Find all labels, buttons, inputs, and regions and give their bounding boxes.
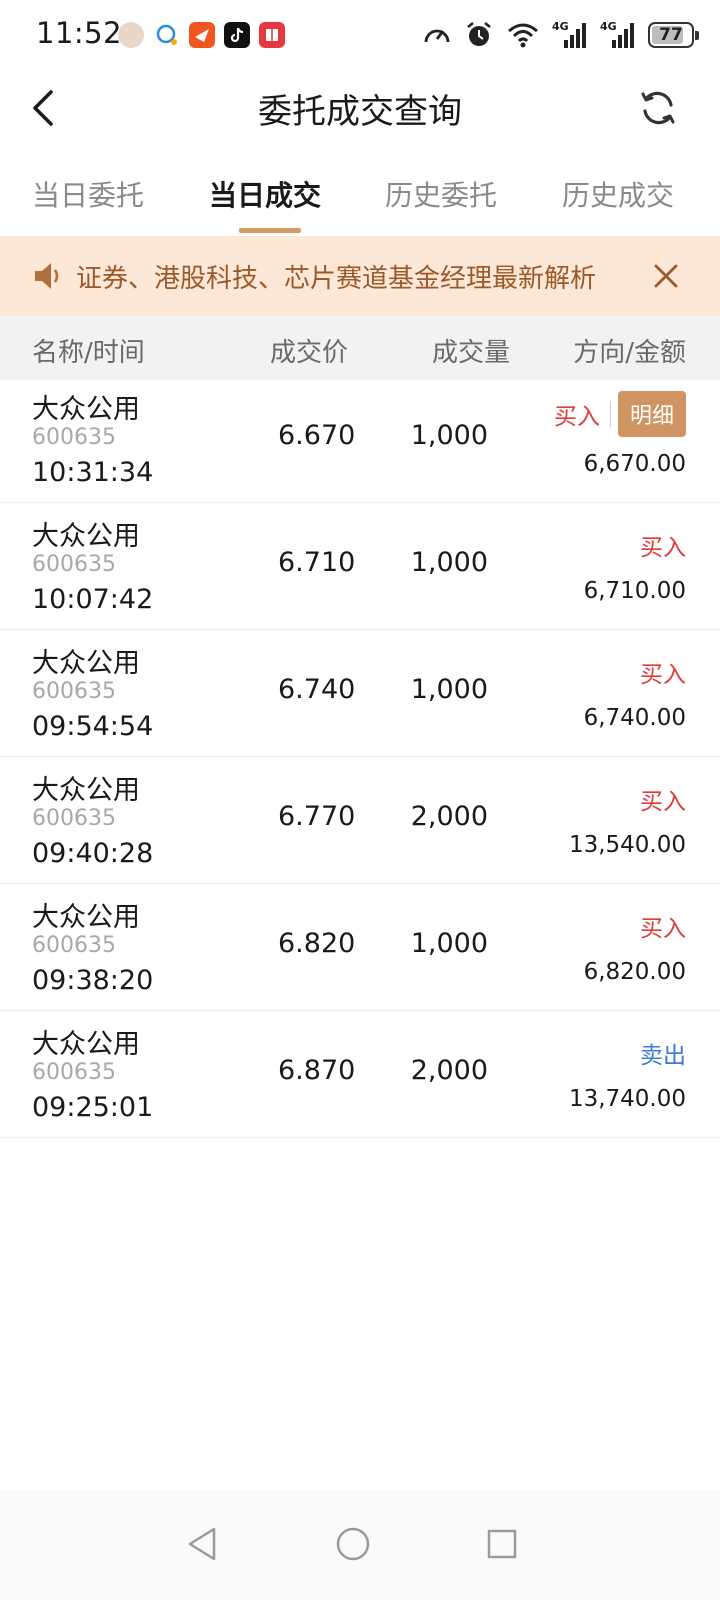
- stock-code: 600635: [32, 933, 116, 958]
- tab-history-orders[interactable]: 历史委托: [361, 174, 521, 214]
- speaker-icon: [32, 260, 64, 296]
- table-row[interactable]: 大众公用 600635 09:38:20 6.820 1,000 买入 6,82…: [0, 881, 720, 1011]
- nav-home-button[interactable]: [325, 1516, 381, 1572]
- header-name-time: 名称/时间: [32, 338, 145, 368]
- tab-active-indicator: [239, 228, 301, 233]
- trade-amount: 13,740.00: [568, 1086, 686, 1112]
- signal-icon-2: 4G: [600, 20, 636, 50]
- trade-amount: 13,540.00: [568, 832, 686, 858]
- trade-direction: 买入: [553, 404, 600, 430]
- direction-detail-group: 买入 明细: [554, 391, 686, 437]
- table-row[interactable]: 大众公用 600635 09:25:01 6.870 2,000 卖出 13,7…: [0, 1008, 720, 1138]
- trade-qty: 1,000: [410, 420, 488, 451]
- nav-back-button[interactable]: [174, 1516, 230, 1572]
- trade-qty: 1,000: [410, 547, 488, 578]
- trade-time: 09:25:01: [32, 1092, 154, 1123]
- header-direction-amount: 方向/金额: [573, 338, 686, 368]
- notice-close-button[interactable]: [648, 258, 684, 294]
- stock-code: 600635: [32, 806, 116, 831]
- refresh-button[interactable]: [634, 84, 682, 132]
- trade-price: 6.820: [278, 928, 356, 959]
- nav-recents-button[interactable]: [474, 1516, 530, 1572]
- page-title: 委托成交查询: [258, 92, 462, 132]
- stock-code: 600635: [32, 425, 116, 450]
- square-recents-icon: [487, 1529, 517, 1559]
- stock-code: 600635: [32, 1060, 116, 1085]
- trade-direction: 卖出: [640, 1043, 686, 1069]
- speed-gauge-icon: [424, 29, 450, 43]
- trade-qty: 2,000: [410, 801, 488, 832]
- trade-amount: 6,740.00: [583, 705, 686, 731]
- trade-qty: 1,000: [410, 928, 488, 959]
- table-row[interactable]: 大众公用 600635 09:54:54 6.740 1,000 买入 6,74…: [0, 627, 720, 757]
- trade-amount: 6,820.00: [583, 959, 686, 985]
- tab-history-trades[interactable]: 历史成交: [538, 174, 698, 214]
- trade-time: 09:38:20: [32, 965, 154, 996]
- battery-level: 77: [659, 25, 683, 45]
- header-price: 成交价: [270, 338, 349, 368]
- trade-price: 6.740: [278, 674, 356, 705]
- book-app-icon: [259, 22, 285, 48]
- trade-amount: 6,670.00: [583, 451, 686, 477]
- stock-name: 大众公用: [32, 394, 140, 425]
- tab-bar: 当日委托 当日成交 历史委托 历史成交: [0, 160, 720, 236]
- trade-direction: 买入: [640, 662, 686, 688]
- signal-icon-1: 4G: [552, 20, 588, 50]
- paper-plane-app-icon: [189, 22, 215, 48]
- stock-name: 大众公用: [32, 1029, 140, 1060]
- trade-price: 6.710: [278, 547, 356, 578]
- trade-qty: 1,000: [410, 674, 488, 705]
- trade-time: 09:40:28: [32, 838, 154, 869]
- header-qty: 成交量: [432, 338, 511, 368]
- refresh-icon: [641, 91, 675, 125]
- table-row[interactable]: 大众公用 600635 10:31:34 6.670 1,000 买入 明细 6…: [0, 373, 720, 503]
- trade-amount: 6,710.00: [583, 578, 686, 604]
- trade-direction: 买入: [640, 789, 686, 815]
- stock-name: 大众公用: [32, 902, 140, 933]
- tab-today-orders[interactable]: 当日委托: [8, 174, 168, 214]
- trade-direction: 买入: [640, 535, 686, 561]
- stock-name: 大众公用: [32, 521, 140, 552]
- stock-name: 大众公用: [32, 775, 140, 806]
- app-header: 委托成交查询: [0, 70, 720, 146]
- stock-code: 600635: [32, 552, 116, 577]
- divider: [609, 401, 611, 427]
- trade-qty: 2,000: [410, 1055, 488, 1086]
- table-row[interactable]: 大众公用 600635 10:07:42 6.710 1,000 买入 6,71…: [0, 500, 720, 630]
- notice-banner[interactable]: 证券、港股科技、芯片赛道基金经理最新解析: [0, 236, 720, 316]
- tab-today-trades[interactable]: 当日成交: [185, 174, 345, 214]
- system-nav-bar: [0, 1490, 720, 1600]
- status-icons: 4G 4G 77: [422, 18, 699, 52]
- notice-text[interactable]: 证券、港股科技、芯片赛道基金经理最新解析: [76, 258, 596, 295]
- stock-name: 大众公用: [32, 648, 140, 679]
- status-bar: 11:52 4G 4G 77: [0, 0, 720, 70]
- battery-icon: 77: [648, 22, 699, 48]
- wifi-icon: [508, 23, 538, 48]
- trade-time: 10:07:42: [32, 584, 154, 615]
- trade-price: 6.670: [278, 420, 356, 451]
- avatar-app-icon: [118, 22, 144, 48]
- stock-code: 600635: [32, 679, 116, 704]
- status-time: 11:52: [36, 16, 123, 50]
- table-row[interactable]: 大众公用 600635 09:40:28 6.770 2,000 买入 13,5…: [0, 754, 720, 884]
- trade-price: 6.770: [278, 801, 356, 832]
- trade-time: 09:54:54: [32, 711, 154, 742]
- trade-direction: 买入: [640, 916, 686, 942]
- trade-price: 6.870: [278, 1055, 356, 1086]
- triangle-back-icon: [188, 1527, 216, 1561]
- alarm-icon: [467, 22, 491, 46]
- trade-time: 10:31:34: [32, 457, 154, 488]
- circle-home-icon: [336, 1527, 370, 1561]
- close-icon: [654, 264, 678, 288]
- chat-app-icon: [154, 22, 180, 48]
- detail-button[interactable]: 明细: [617, 391, 686, 437]
- tiktok-app-icon: [224, 22, 250, 48]
- table-header: 名称/时间 成交价 成交量 方向/金额: [0, 316, 720, 380]
